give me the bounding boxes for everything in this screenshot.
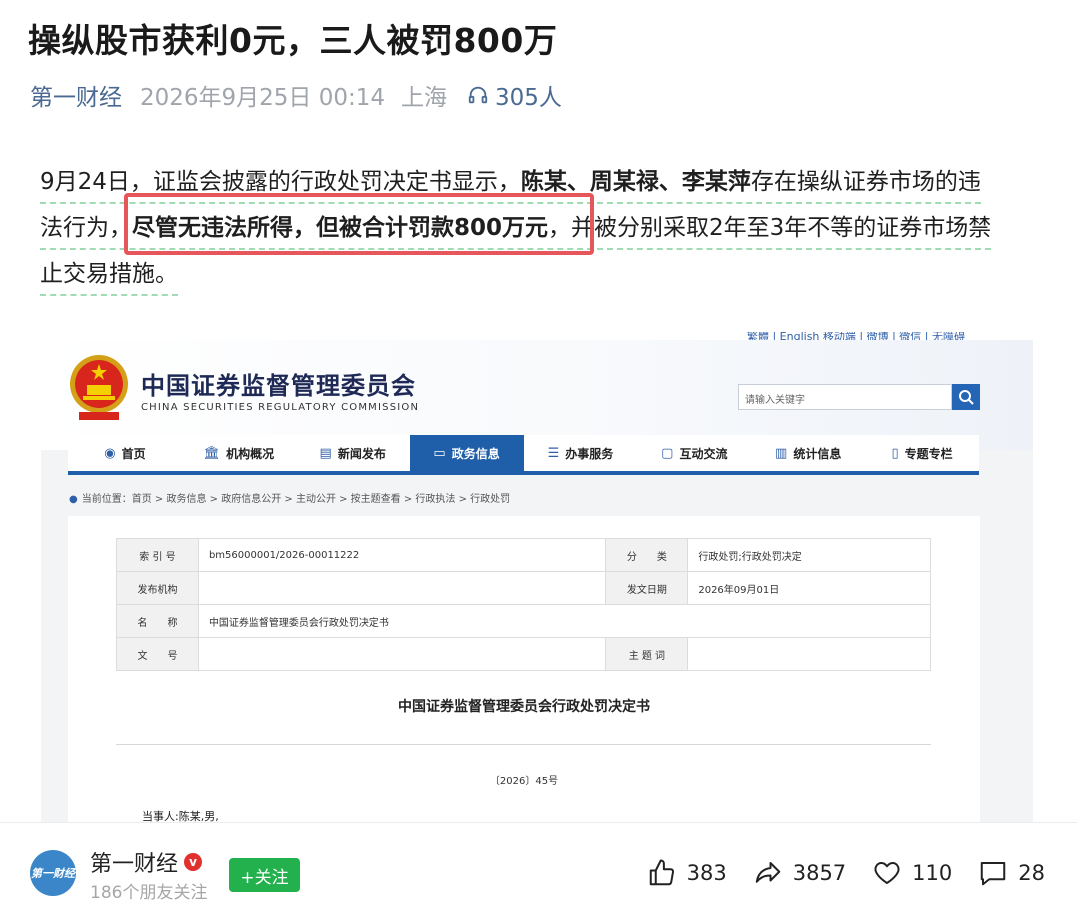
table-key: 发文日期 xyxy=(605,571,689,605)
table-key: 文 号 xyxy=(116,637,199,671)
article-meta: 第一财经 2026年9月25日 00:14 上海 305人 xyxy=(30,78,562,112)
bars-icon: ▥ xyxy=(775,445,788,461)
table-key: 名 称 xyxy=(116,604,199,638)
table-row: 发布机构 发文日期 2026年09月01日 xyxy=(116,571,931,605)
nav-label: 政务信息 xyxy=(451,446,500,461)
nav-label: 新闻发布 xyxy=(337,446,386,461)
favorite-count: 110 xyxy=(912,861,953,885)
like-count: 383 xyxy=(686,861,727,885)
table-value xyxy=(197,571,607,605)
verified-badge-icon: v xyxy=(184,853,203,871)
nav-item-services[interactable]: ☰ 办事服务 xyxy=(524,435,638,471)
listen-readers[interactable]: 305人 xyxy=(467,78,562,112)
followers-count: 186个朋友关注 xyxy=(90,883,208,903)
footer-bar: 第一财经 第一财经 v 186个朋友关注 +关注 383 3857 110 28 xyxy=(0,836,1077,918)
avatar[interactable]: 第一财经 xyxy=(30,850,76,896)
nav-item-about[interactable]: 🏛 机构概况 xyxy=(182,435,296,471)
doc-number: 〔2026〕45号 xyxy=(489,776,559,787)
breadcrumb-text[interactable]: 当前位置：首页 > 政务信息 > 政府信息公开 > 主动公开 > 按主题查看 >… xyxy=(82,494,510,505)
nav-label: 办事服务 xyxy=(565,446,614,461)
nav-label: 互动交流 xyxy=(679,446,728,461)
share-count: 3857 xyxy=(792,861,847,885)
emblem-icon: ◉ xyxy=(104,445,116,461)
location-pin-icon: ● xyxy=(69,494,78,505)
nav-label: 专题专栏 xyxy=(904,446,953,461)
article-title: 操纵股市获利0元，三人被罚800万 xyxy=(28,21,558,60)
source-link[interactable]: 第一财经 xyxy=(30,78,122,112)
account-name[interactable]: 第一财经 v xyxy=(90,846,203,878)
table-value: 行政处罚;行政处罚决定 xyxy=(687,538,931,572)
document-panel: 索 引 号 bm56000001/2026-00011222 分 类 行政处罚;… xyxy=(68,516,980,822)
headphones-icon xyxy=(468,86,488,104)
table-value xyxy=(197,637,607,671)
nav-label: 机构概况 xyxy=(226,446,275,461)
table-key: 主 题 词 xyxy=(605,637,689,671)
site-search-input[interactable]: 请输入关键字 xyxy=(738,384,952,410)
text-span: 止交易措施。 xyxy=(40,261,178,287)
embedded-screenshot[interactable]: 繁體 | English 移动端 | 微博 | 微信 | 无障碍 中国证券监督管… xyxy=(41,332,1033,822)
footer-divider xyxy=(0,822,1077,823)
heart-icon xyxy=(874,862,900,884)
site-header: 中国证券监督管理委员会 CHINA SECURITIES REGULATORY … xyxy=(41,340,1033,450)
table-key: 分 类 xyxy=(605,538,689,572)
divider xyxy=(116,744,931,745)
like-button[interactable]: 383 xyxy=(647,858,727,888)
table-value xyxy=(687,637,931,671)
nav-item-topics[interactable]: ▯ 专题专栏 xyxy=(865,435,979,471)
comment-button[interactable]: 28 xyxy=(978,858,1045,888)
account-label: 第一财经 xyxy=(90,852,179,877)
nav-label: 统计信息 xyxy=(793,446,842,461)
readers-count: 305人 xyxy=(495,85,562,111)
table-row: 索 引 号 bm56000001/2026-00011222 分 类 行政处罚;… xyxy=(116,538,931,572)
publish-city: 上海 xyxy=(401,85,448,111)
news-icon: ▤ xyxy=(319,445,332,461)
comment-count: 28 xyxy=(1018,861,1045,885)
table-key: 发布机构 xyxy=(116,571,199,605)
table-key: 索 引 号 xyxy=(116,538,199,572)
nav-item-news[interactable]: ▤ 新闻发布 xyxy=(296,435,410,471)
bold-names: 陈某、周某禄、李某萍 xyxy=(520,169,751,195)
nav-label: 首页 xyxy=(121,446,146,461)
comment-icon xyxy=(981,862,1006,886)
text-span: 存在操纵证券市场的违 xyxy=(750,169,981,195)
doc-info-table: 索 引 号 bm56000001/2026-00011222 分 类 行政处罚;… xyxy=(116,538,932,671)
publish-time: 2026年9月25日 00:14 xyxy=(140,85,386,111)
breadcrumb: ● 当前位置：首页 > 政务信息 > 政府信息公开 > 主动公开 > 按主题查看 … xyxy=(69,490,510,505)
action-bar: 383 3857 110 28 xyxy=(621,858,1045,888)
text-span: ，并被分别采取2年至3年不等的证券市场禁 xyxy=(548,215,992,241)
share-button[interactable]: 3857 xyxy=(753,858,846,888)
table-value: 中国证券监督管理委员会行政处罚决定书 xyxy=(197,604,932,638)
org-name-cn: 中国证券监督管理委员会 xyxy=(141,372,416,400)
table-row: 文 号 主 题 词 xyxy=(116,637,931,671)
table-value: 2026年09月01日 xyxy=(687,571,931,605)
body-line-3: 止交易措施。 xyxy=(40,254,178,296)
monitor-icon: ▭ xyxy=(433,445,446,461)
follow-button[interactable]: +关注 xyxy=(229,858,300,892)
search-button[interactable] xyxy=(952,384,980,410)
thumbs-up-icon xyxy=(649,859,674,886)
table-value: bm56000001/2026-00011222 xyxy=(197,538,607,572)
building-icon: 🏛 xyxy=(203,445,221,461)
doc-party: 当事人:陈某,男, xyxy=(142,810,219,822)
table-row: 名 称 中国证券监督管理委员会行政处罚决定书 xyxy=(116,604,932,638)
site-nav: ◉ 首页 🏛 机构概况 ▤ 新闻发布 ▭ 政务信息 ☰ 办事服务 ▢ 互动交流 ▥ 统计信息 … xyxy=(68,435,979,475)
org-name-en: CHINA SECURITIES REGULATORY COMMISSION xyxy=(141,402,420,413)
search-icon xyxy=(959,390,974,405)
doc-icon: ▯ xyxy=(891,445,899,461)
nav-item-interaction[interactable]: ▢ 互动交流 xyxy=(637,435,751,471)
chat-icon: ▢ xyxy=(661,445,674,461)
text-span: 法行为， xyxy=(40,215,132,241)
doc-title: 中国证券监督管理委员会行政处罚决定书 xyxy=(398,699,650,715)
nav-item-home[interactable]: ◉ 首页 xyxy=(68,435,182,471)
text-span: 9月24日，证监会披露的行政处罚决定书显示， xyxy=(40,169,521,195)
national-emblem-icon xyxy=(70,355,128,420)
nav-item-statistics[interactable]: ▥ 统计信息 xyxy=(751,435,865,471)
form-icon: ☰ xyxy=(547,445,560,461)
nav-item-gov-info[interactable]: ▭ 政务信息 xyxy=(409,435,524,471)
share-icon xyxy=(755,862,780,883)
highlight-box xyxy=(124,193,594,255)
favorite-button[interactable]: 110 xyxy=(872,858,952,888)
